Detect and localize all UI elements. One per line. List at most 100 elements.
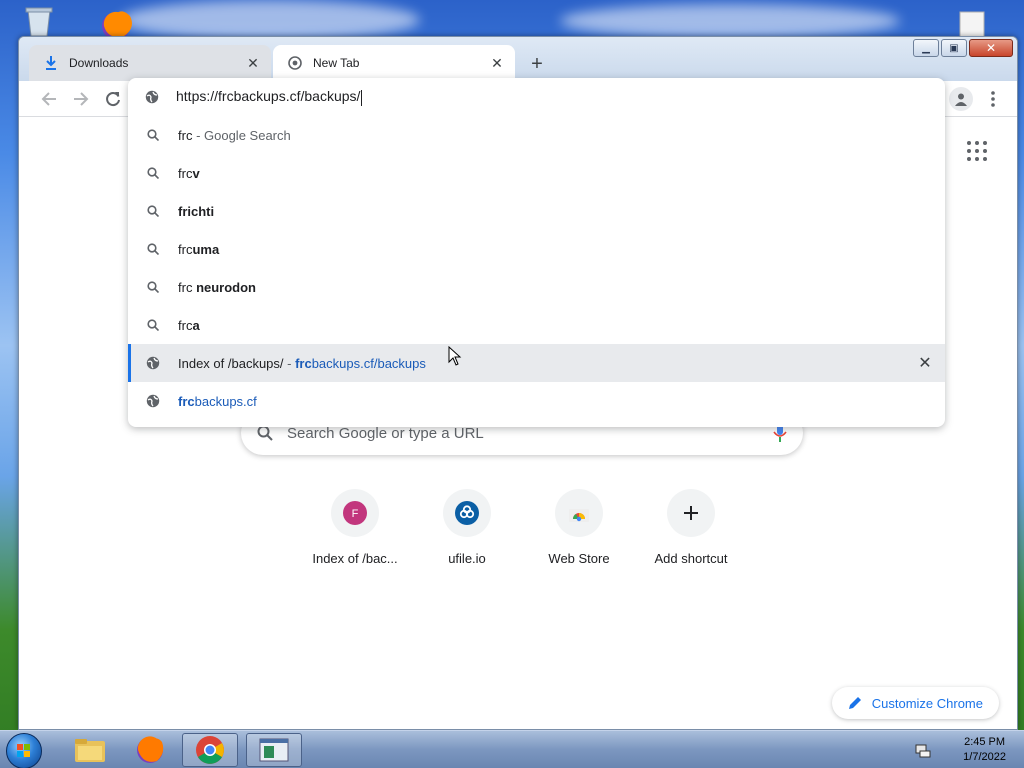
customize-chrome-button[interactable]: Customize Chrome (831, 687, 999, 719)
person-icon (955, 93, 967, 106)
suggestion-row[interactable]: frichti (128, 192, 945, 230)
start-button[interactable] (6, 733, 42, 768)
shortcut-web-store[interactable]: Web Store (523, 489, 635, 566)
suggestion-url-bold: frc (178, 393, 195, 409)
close-window-button[interactable]: ✕ (969, 39, 1013, 57)
desktop-cloud (120, 0, 420, 40)
forward-arrow-icon (74, 92, 89, 106)
close-tab-icon[interactable]: ✕ (245, 55, 261, 71)
shortcut-tile: F (331, 489, 379, 537)
letter-f-favicon-icon: F (343, 501, 367, 525)
document-desktop-icon[interactable] (954, 10, 990, 39)
shortcut-label: Index of /bac... (312, 551, 398, 566)
remove-suggestion-icon[interactable]: ✕ (917, 355, 933, 372)
suggestion-bold: uma (192, 241, 220, 257)
tab-downloads[interactable]: Downloads ✕ (29, 45, 271, 81)
window-controls: ▁ ▣ ✕ (913, 39, 1013, 57)
search-icon (145, 127, 161, 143)
shortcut-tile (667, 489, 715, 537)
suggestion-text: frc (178, 127, 193, 143)
profile-button[interactable] (949, 87, 973, 111)
clock-date: 1/7/2022 (963, 751, 1006, 763)
globe-icon (145, 393, 161, 409)
new-tab-button[interactable]: + (523, 50, 551, 78)
reload-icon (106, 92, 120, 107)
shortcut-ufile[interactable]: ufile.io (411, 489, 523, 566)
shortcut-index-of-backups[interactable]: F Index of /bac... (299, 489, 411, 566)
firefox-desktop-icon[interactable] (94, 6, 138, 40)
search-icon (145, 279, 161, 295)
globe-icon (145, 90, 159, 104)
suggestion-suffix: - Google Search (192, 127, 291, 143)
suggestion-url: backups.cf (194, 393, 257, 409)
suggestion-title: Index of /backups/ (178, 355, 284, 371)
suggestion-row-selected[interactable]: Index of /backups/ - frcbackups.cf/backu… (128, 344, 945, 382)
svg-text:F: F (352, 508, 359, 520)
suggestion-url: backups.cf/backups (311, 355, 426, 371)
search-icon (145, 203, 161, 219)
maximize-button[interactable]: ▣ (941, 39, 967, 57)
chrome-icon (196, 736, 224, 764)
suggestion-text: frc (178, 317, 193, 333)
menu-button[interactable] (983, 87, 1003, 111)
forward-button[interactable] (67, 85, 95, 113)
suggestion-bold: a (192, 317, 200, 333)
apps-grid-icon[interactable] (965, 139, 989, 163)
taskbar-chrome[interactable] (182, 733, 238, 767)
shortcut-label: Web Store (548, 551, 610, 566)
plus-icon: + (531, 52, 543, 75)
search-placeholder: Search Google or type a URL (287, 424, 484, 442)
search-icon (145, 317, 161, 333)
reload-button[interactable] (99, 85, 127, 113)
suggestion-bold: frichti (178, 203, 215, 219)
window-icon (259, 738, 289, 762)
shortcuts: F Index of /bac... ufile.io Web Store Ad… (299, 489, 747, 566)
suggestion-row[interactable]: frcv (128, 154, 945, 192)
network-tray-icon[interactable] (914, 741, 932, 759)
mouse-cursor-icon (448, 345, 462, 371)
back-button[interactable] (35, 85, 63, 113)
clock-time: 2:45 PM (964, 736, 1006, 748)
suggestion-row[interactable]: frca (128, 306, 945, 344)
recycle-bin-icon[interactable] (22, 6, 56, 37)
minimize-button[interactable]: ▁ (913, 39, 939, 57)
suggestion-row[interactable]: frc neurodon (128, 268, 945, 306)
firefox-icon (137, 736, 164, 763)
suggestion-url-bold: frc (295, 355, 312, 371)
system-clock[interactable]: 2:45 PM 1/7/2022 (963, 735, 1006, 765)
tab-title: Downloads (69, 56, 129, 70)
address-bar-url: https://frcbackups.cf/backups/ (176, 88, 361, 105)
suggestion-text: frc (178, 165, 193, 181)
taskbar-firefox[interactable] (122, 733, 178, 767)
taskbar-window[interactable] (246, 733, 302, 767)
chrome-globe-icon (287, 55, 303, 71)
more-vert-icon (991, 91, 995, 107)
shortcut-add[interactable]: Add shortcut (635, 489, 747, 566)
search-icon (257, 425, 273, 441)
suggestion-row[interactable]: frcbackups.cf (128, 382, 945, 420)
webstore-icon (569, 509, 589, 522)
globe-icon (145, 355, 161, 371)
suggestion-separator: - (283, 355, 296, 371)
plus-icon (684, 506, 698, 520)
shortcut-label: ufile.io (448, 551, 486, 566)
suggestion-row[interactable]: frc - Google Search (128, 116, 945, 154)
text-caret (361, 89, 363, 106)
title-bar[interactable]: Downloads ✕ New Tab ✕ + ▁ ▣ ✕ (19, 37, 1017, 81)
shortcut-tile (555, 489, 603, 537)
search-icon (145, 241, 161, 257)
taskbar-file-explorer[interactable] (62, 733, 118, 767)
suggestion-bold: v (192, 165, 200, 181)
suggestion-text: frc (178, 279, 197, 295)
suggestion-row[interactable]: frcuma (128, 230, 945, 268)
omnibox-dropdown: https://frcbackups.cf/backups/ frc - Goo… (128, 78, 945, 427)
back-arrow-icon (41, 92, 56, 106)
address-bar[interactable]: https://frcbackups.cf/backups/ (128, 78, 945, 116)
shortcut-tile (443, 489, 491, 537)
customize-label: Customize Chrome (871, 695, 983, 711)
desktop-cloud (560, 4, 900, 38)
tab-new-tab[interactable]: New Tab ✕ (273, 45, 515, 81)
tab-title: New Tab (313, 56, 360, 70)
taskbar: 2:45 PM 1/7/2022 (0, 730, 1024, 768)
close-tab-icon[interactable]: ✕ (489, 55, 505, 71)
